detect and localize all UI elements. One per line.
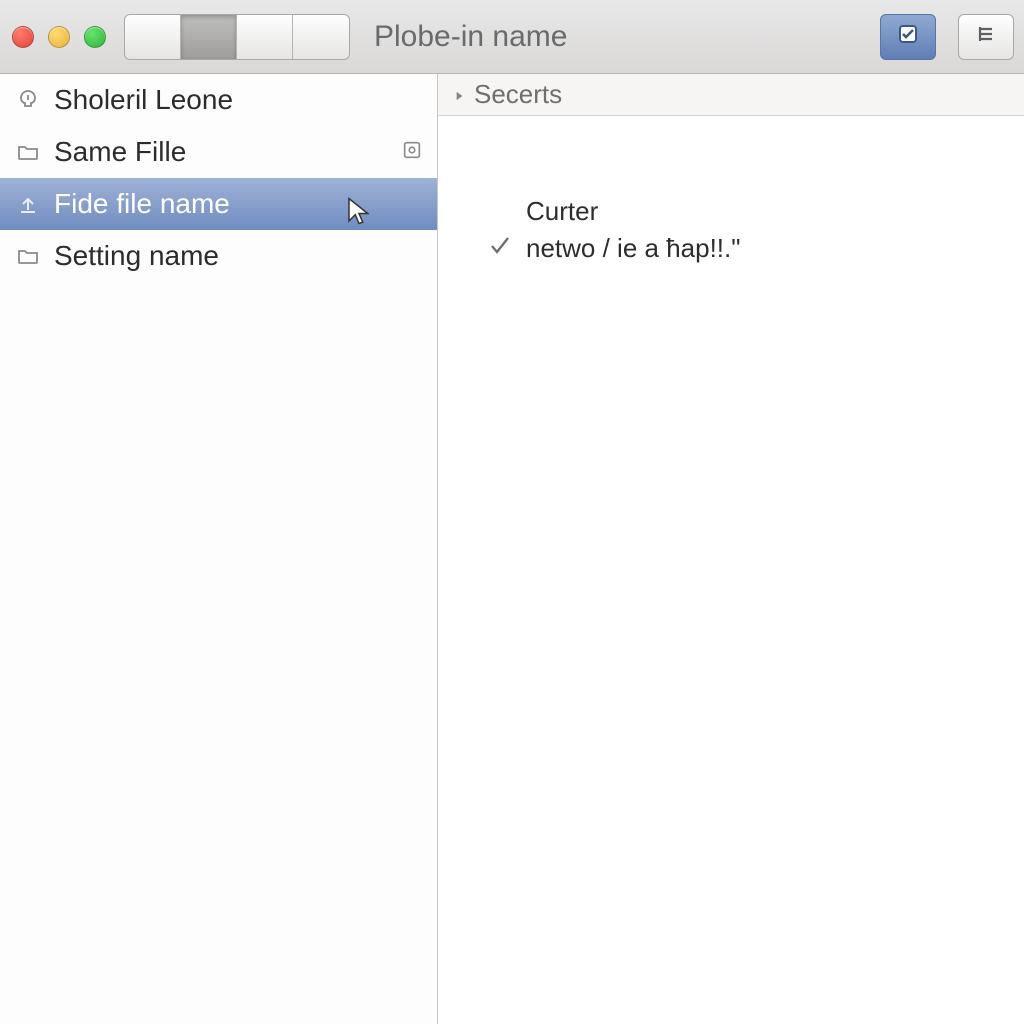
- section-header-label: Secerts: [474, 79, 562, 110]
- checkbox-toggle-button[interactable]: [880, 14, 936, 60]
- sidebar-item-label: Same Fille: [54, 136, 186, 168]
- window-controls: [12, 26, 106, 48]
- sidebar-item-label: Sholeril Leone: [54, 84, 233, 116]
- menu-button[interactable]: [958, 14, 1014, 60]
- pointer-icon: [14, 86, 42, 114]
- zoom-window-button[interactable]: [84, 26, 106, 48]
- checkmark-icon: [488, 233, 512, 264]
- sound-button[interactable]: [293, 15, 349, 59]
- minimize-window-button[interactable]: [48, 26, 70, 48]
- folder-icon: [14, 242, 42, 270]
- toolbar: Plobe-in name: [0, 0, 1024, 74]
- view-segmented-control: [124, 14, 350, 60]
- sidebar-item-setting-name[interactable]: Setting name: [0, 230, 437, 282]
- sidebar-item-fide-file[interactable]: Fide file name: [0, 178, 437, 230]
- text-cursor-view-button[interactable]: [237, 15, 293, 59]
- preview-icon: [401, 136, 423, 168]
- main-split: Sholeril Leone Same Fille Fide file name…: [0, 74, 1024, 1024]
- content-body: Curter netwo / ie a ħap!!.": [438, 116, 1024, 344]
- window-title: Plobe-in name: [368, 20, 862, 54]
- sidebar-item-sholeril[interactable]: Sholeril Leone: [0, 74, 437, 126]
- sidebar: Sholeril Leone Same Fille Fide file name…: [0, 74, 438, 1024]
- content-title: Curter: [526, 196, 974, 227]
- checkbox-checked-icon: [896, 22, 920, 51]
- upload-icon: [14, 190, 42, 218]
- toolbar-right-buttons: [880, 14, 1014, 60]
- disclosure-triangle-icon: [452, 79, 466, 110]
- menu-icon: [974, 22, 998, 51]
- grid-view-button[interactable]: [181, 15, 237, 59]
- content-pane: Secerts Curter netwo / ie a ħap!!.": [438, 74, 1024, 1024]
- sidebar-item-same-fille[interactable]: Same Fille: [0, 126, 437, 178]
- content-line-text: netwo / ie a ħap!!.": [526, 233, 740, 264]
- close-window-button[interactable]: [12, 26, 34, 48]
- sidebar-item-label: Fide file name: [54, 188, 230, 220]
- download-view-button[interactable]: [125, 15, 181, 59]
- content-line: netwo / ie a ħap!!.": [488, 233, 974, 264]
- folder-icon: [14, 138, 42, 166]
- sidebar-item-label: Setting name: [54, 240, 219, 272]
- section-header[interactable]: Secerts: [438, 74, 1024, 116]
